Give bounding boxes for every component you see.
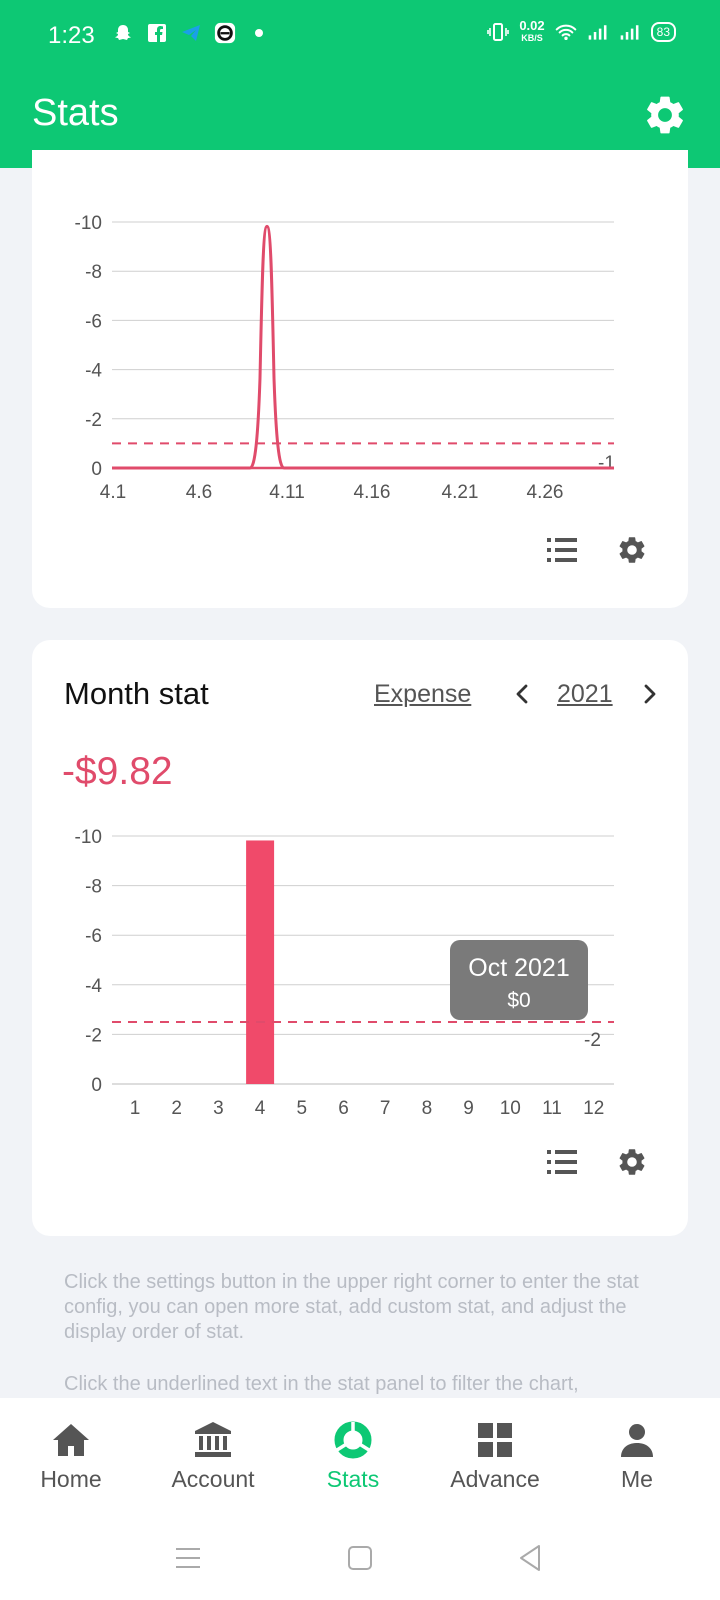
hint-text: Click the underlined text in the stat pa… (64, 1373, 579, 1395)
wifi-icon (555, 21, 577, 43)
list-icon (547, 1150, 577, 1174)
dot-icon (248, 22, 270, 44)
chevron-right-icon (644, 684, 656, 704)
home-system-button[interactable] (342, 1540, 378, 1576)
back-triangle-icon (520, 1545, 540, 1571)
y-tick-label: -8 (85, 877, 102, 898)
tooltip-title: Oct 2021 (468, 954, 570, 982)
person-icon (617, 1420, 657, 1460)
signal-icon-2 (619, 21, 641, 43)
y-tick-label: -6 (85, 926, 102, 947)
x-tick-label: 6 (338, 1098, 349, 1119)
card-title: Month stat (64, 676, 209, 711)
gear-icon (647, 96, 683, 134)
chart-tooltip: Oct 2021 $0 (450, 940, 588, 1020)
facebook-icon (146, 22, 168, 44)
x-tick-label: 4.26 (527, 482, 564, 503)
nav-label: Account (171, 1466, 255, 1492)
y-tick-label: 0 (91, 459, 102, 480)
x-tick-label: 2 (171, 1098, 182, 1119)
x-tick-label: 4.1 (100, 482, 126, 503)
nav-home[interactable]: Home (6, 1420, 136, 1493)
list-button[interactable] (546, 534, 578, 566)
x-tick-label: 1 (130, 1098, 141, 1119)
average-line-label: -1 (598, 453, 615, 474)
nav-stats[interactable]: Stats (288, 1420, 418, 1493)
x-tick-label: 9 (463, 1098, 474, 1119)
month-stat-card: Month stat Expense 2021 -$9.82 -10 -8 -6 -4… (32, 640, 688, 1236)
x-tick-label: 11 (542, 1098, 562, 1119)
y-tick-label: -8 (85, 262, 102, 283)
x-tick-label: 12 (583, 1098, 604, 1119)
prev-year-button[interactable] (506, 678, 538, 710)
recent-apps-button[interactable] (170, 1540, 206, 1576)
daily-line-chart[interactable]: -10 -8 -6 -4 -2 0 4.1 4.6 4.11 4.16 4.21 4.26 -1 (32, 150, 688, 530)
square-icon (348, 1546, 372, 1570)
y-tick-label: 0 (91, 1075, 102, 1096)
home-icon (51, 1420, 91, 1460)
x-tick-label: 10 (500, 1098, 521, 1119)
chart-settings-button[interactable] (616, 1146, 648, 1178)
monthly-bar-chart[interactable]: -10-8-6-4-20 1 2 3 4 5 6 7 8 9 10 11 12 -2 (32, 780, 688, 1280)
status-bar: 1:23 0.02 KB/S 83 (0, 0, 720, 72)
chevron-left-icon (516, 684, 528, 704)
telegram-icon (180, 22, 202, 44)
status-time: 1:23 (48, 22, 95, 49)
y-tick-label: -4 (85, 361, 102, 382)
expense-line (112, 224, 614, 470)
menu-icon (176, 1548, 200, 1568)
x-tick-label: 7 (380, 1098, 391, 1119)
y-tick-label: -4 (85, 976, 102, 997)
y-tick-label: -6 (85, 311, 102, 332)
settings-button[interactable] (642, 92, 688, 138)
nav-account[interactable]: Account (148, 1420, 278, 1493)
daily-stat-card: -10 -8 -6 -4 -2 0 4.1 4.6 4.11 4.16 4.21 4.26 -1 (32, 150, 688, 608)
y-tick-label: -2 (85, 1025, 102, 1046)
nav-me[interactable]: Me (572, 1420, 702, 1493)
nav-label: Advance (450, 1466, 540, 1492)
vibrate-icon (487, 21, 510, 43)
battery-indicator: 83 (650, 22, 676, 42)
gear-icon (619, 537, 645, 563)
x-tick-label: 4.6 (186, 482, 212, 503)
bar-month-4[interactable] (246, 840, 275, 1084)
notification-icons (112, 22, 270, 44)
list-icon (547, 538, 577, 562)
app-notification-icon (214, 22, 236, 44)
back-button[interactable] (512, 1540, 548, 1576)
bank-icon (193, 1420, 233, 1460)
y-tick-label: -2 (85, 410, 102, 431)
type-filter-link[interactable]: Expense (374, 680, 471, 709)
x-tick-label: 5 (297, 1098, 308, 1119)
next-year-button[interactable] (634, 678, 666, 710)
nav-label: Me (621, 1466, 653, 1492)
list-button[interactable] (546, 1146, 578, 1178)
x-tick-label: 4.21 (442, 482, 479, 503)
year-link[interactable]: 2021 (557, 680, 613, 709)
y-tick-label: -10 (75, 213, 102, 234)
average-line-label: -2 (584, 1030, 601, 1051)
nav-advance[interactable]: Advance (430, 1420, 560, 1493)
snapchat-icon (112, 22, 134, 44)
x-tick-label: 4 (255, 1098, 266, 1119)
x-tick-label: 4.11 (269, 482, 305, 503)
network-speed: 0.02 KB/S (519, 18, 545, 44)
stats-icon (333, 1420, 373, 1460)
x-tick-label: 3 (213, 1098, 224, 1119)
y-tick-label: -10 (75, 827, 102, 848)
nav-label: Home (40, 1466, 102, 1492)
hint-text: Click the settings button in the upper r… (64, 1271, 639, 1343)
tooltip-value: $0 (507, 989, 531, 1012)
gear-icon (619, 1149, 645, 1175)
network-speed-unit: KB/S (521, 33, 543, 43)
x-tick-label: 8 (422, 1098, 433, 1119)
page-title: Stats (32, 92, 119, 134)
network-speed-value: 0.02 (519, 18, 545, 33)
nav-label: Stats (326, 1466, 380, 1492)
signal-icon-1 (587, 21, 609, 43)
grid-icon (475, 1420, 515, 1460)
chart-settings-button[interactable] (616, 534, 648, 566)
system-status: 0.02 KB/S 83 (487, 18, 676, 44)
x-tick-label: 4.16 (354, 482, 391, 503)
